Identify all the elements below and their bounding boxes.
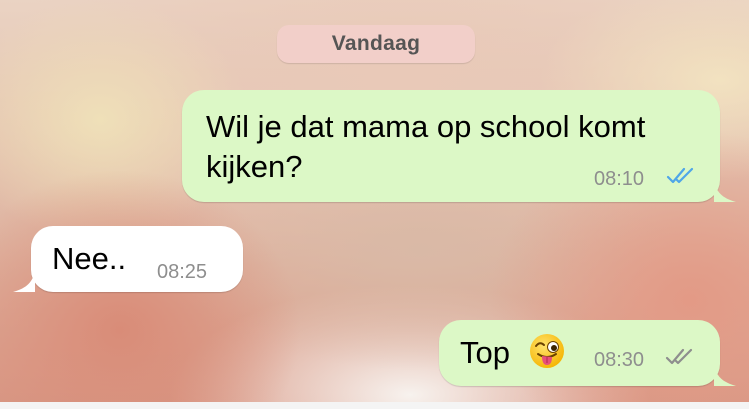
- delivered-double-check-icon: [665, 348, 693, 365]
- bubble-tail: [714, 180, 736, 202]
- message-time: 08:30: [594, 349, 645, 371]
- bubble-tail: [13, 270, 35, 292]
- message-text: Top: [460, 335, 510, 370]
- winking-face-with-tongue-icon: [530, 334, 564, 368]
- message-time: 08:25: [157, 261, 208, 283]
- message-time: 08:10: [594, 168, 645, 190]
- outgoing-message-bubble[interactable]: Wil je dat mama op school komt kijken? 0…: [182, 90, 736, 202]
- bubble-tail: [714, 364, 736, 386]
- input-bar-edge: [0, 402, 749, 409]
- message-text: Nee..: [52, 241, 127, 276]
- date-separator: Vandaag: [277, 25, 475, 63]
- read-double-check-icon: [666, 167, 694, 184]
- outgoing-message-bubble[interactable]: Top 08:30: [439, 320, 736, 386]
- incoming-message-bubble[interactable]: Nee.. 08:25: [13, 226, 243, 292]
